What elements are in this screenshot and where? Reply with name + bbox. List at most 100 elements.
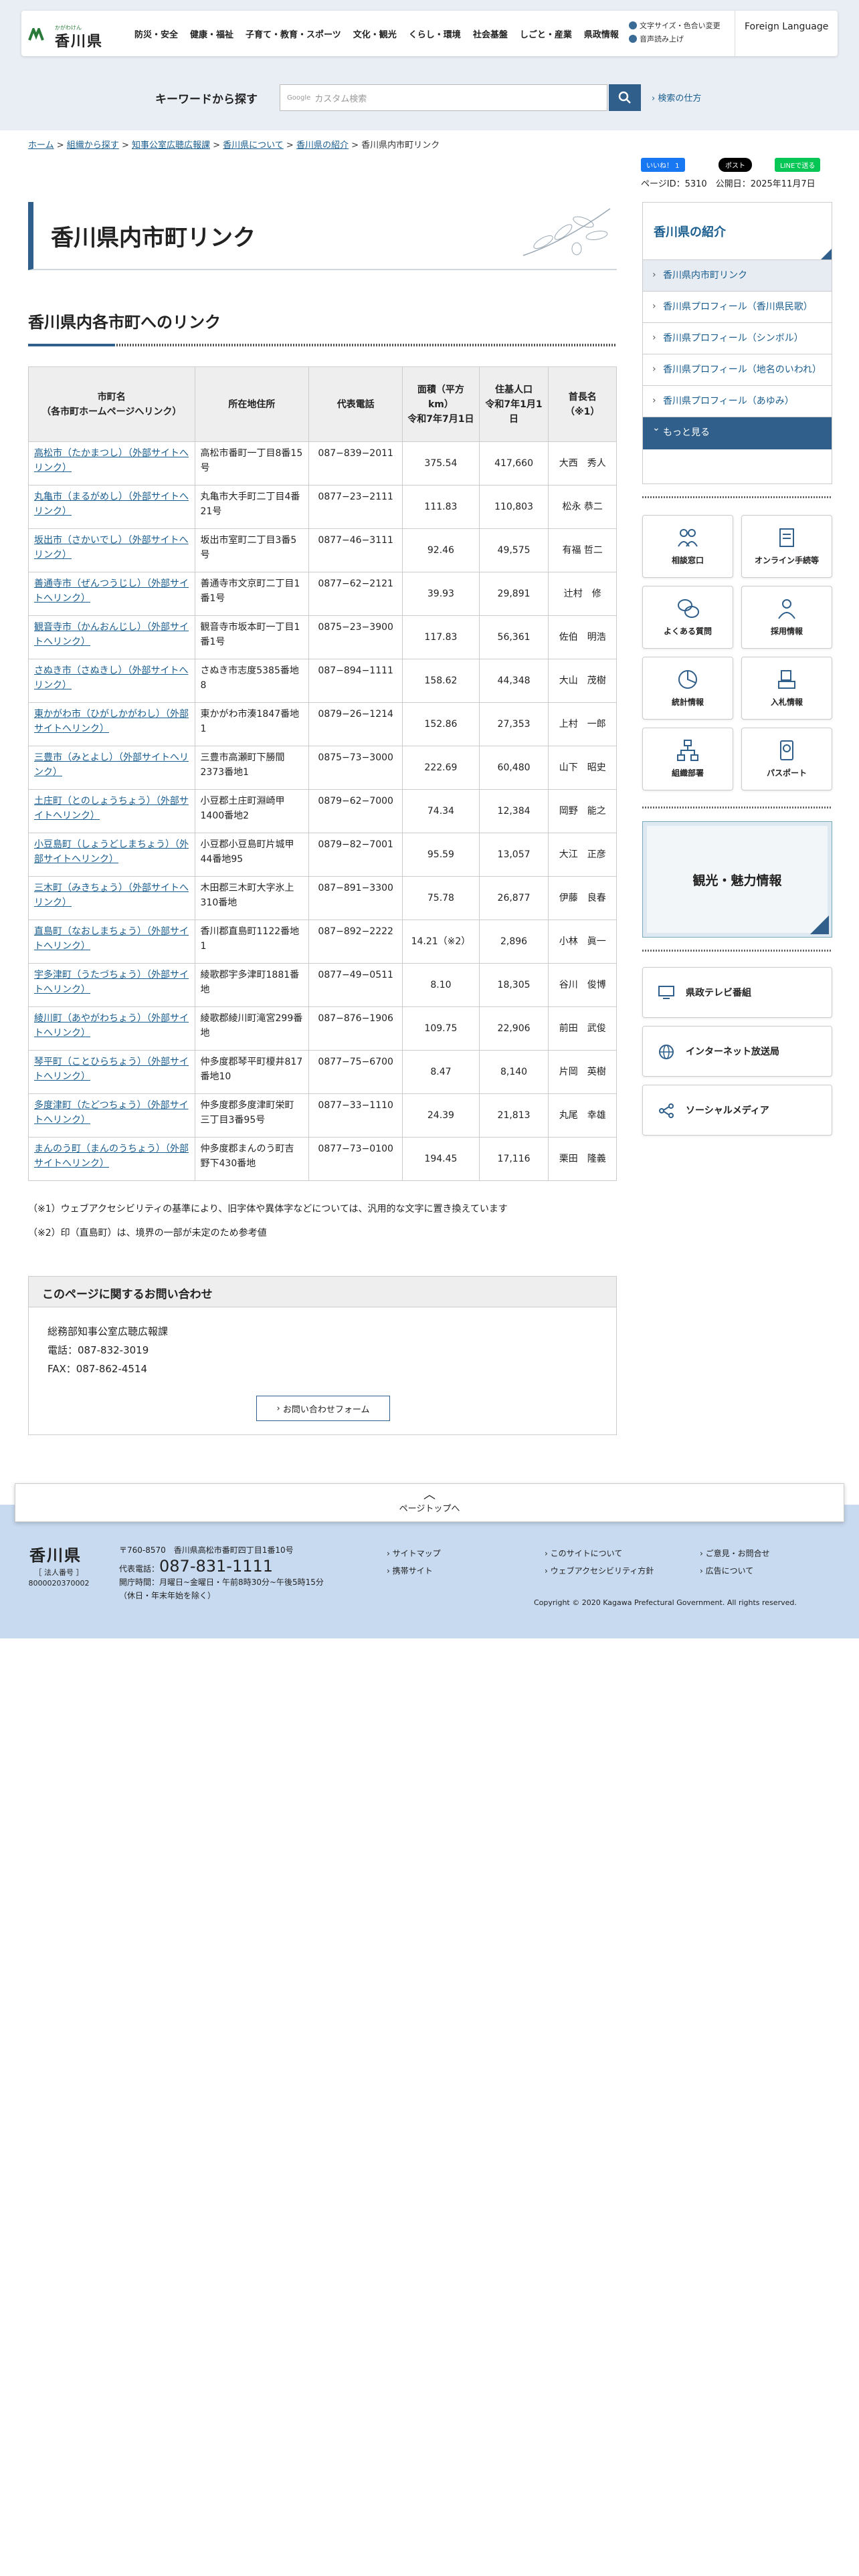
sidebar-item-kenminka[interactable]: 香川県プロフィール（香川県民歌） — [643, 292, 832, 323]
nav-kensei[interactable]: 県政情報 — [578, 27, 625, 40]
footer-opinion-link[interactable]: ご意見・お問合せ — [700, 1545, 770, 1562]
city-link[interactable]: 直島町（なおしまちょう）（外部サイトへリンク） — [34, 926, 189, 952]
kanko-banner[interactable]: 観光・魅力情報 — [642, 821, 832, 938]
quick-passport[interactable]: パスポート — [741, 728, 832, 790]
sidebar-item-symbol[interactable]: 香川県プロフィール（シンボル） — [643, 323, 832, 354]
site-logo[interactable]: かがわけん 香川県 — [28, 20, 122, 50]
breadcrumb-intro[interactable]: 香川県の紹介 — [296, 140, 349, 150]
city-link[interactable]: 琴平町（ことひらちょう）（外部サイトへリンク） — [34, 1057, 189, 1082]
foreign-language-button[interactable]: Foreign Language — [735, 11, 835, 56]
quick-nyusatsu[interactable]: 入札情報 — [741, 657, 832, 720]
nav-shigoto[interactable]: しごと・産業 — [514, 27, 578, 40]
line-share-button[interactable]: LINEで送る — [775, 158, 821, 172]
breadcrumb-dept[interactable]: 知事公室広聴広報課 — [132, 140, 210, 150]
facebook-like-button[interactable]: いいね！ 1 — [641, 158, 685, 172]
city-link[interactable]: まんのう町（まんのうちょう）（外部サイトへリンク） — [34, 1144, 189, 1169]
sidebar-title[interactable]: 香川県の紹介 — [643, 203, 832, 260]
sidebar-menu: 香川県の紹介 香川県内市町リンク 香川県プロフィール（香川県民歌） 香川県プロフ… — [642, 202, 832, 484]
quick-toukei[interactable]: 統計情報 — [642, 657, 733, 720]
header-population: 住基人口 令和7年1月1日 — [478, 366, 549, 442]
internet-broadcast-link[interactable]: インターネット放送局 — [642, 1026, 832, 1077]
city-link-cell: さぬき市（さぬきし）（外部サイトへリンク） — [28, 659, 195, 703]
sidebar-item-ayumi[interactable]: 香川県プロフィール（あゆみ） — [643, 386, 832, 417]
footer-sitemap-link[interactable]: サイトマップ — [387, 1545, 441, 1562]
city-area-cell: 152.86 — [402, 702, 480, 746]
city-link[interactable]: 観音寺市（かんおんじし）（外部サイトへリンク） — [34, 622, 189, 647]
contact-form-button[interactable]: › お問い合わせフォーム — [256, 1396, 390, 1421]
footer-address-block: 〒760-8570 香川県高松市番町四丁目1番10号 代表電話：087-831-… — [119, 1543, 360, 1602]
city-link[interactable]: 綾川町（あやがわちょう）（外部サイトへリンク） — [34, 1013, 189, 1039]
nav-kosodate[interactable]: 子育て・教育・スポーツ — [240, 27, 347, 40]
table-row: 丸亀市（まるがめし）（外部サイトへリンク） 丸亀市大手町二丁目4番21号 0877−… — [28, 485, 617, 529]
section-underline — [28, 344, 617, 346]
nav-kurashi[interactable]: くらし・環境 — [403, 27, 467, 40]
quick-faq[interactable]: よくある質問 — [642, 586, 733, 649]
sidebar-item-chimei[interactable]: 香川県プロフィール（地名のいわれ） — [643, 354, 832, 386]
publish-date: 公開日：2025年11月7日 — [715, 179, 816, 189]
city-area-cell: 117.83 — [402, 615, 480, 659]
city-link-cell: 綾川町（あやがわちょう）（外部サイトへリンク） — [28, 1006, 195, 1051]
social-media-link[interactable]: ソーシャルメディア — [642, 1085, 832, 1136]
quick-saiyo[interactable]: 採用情報 — [741, 586, 832, 649]
quick-soshiki[interactable]: 組織部署 — [642, 728, 733, 790]
city-link[interactable]: 坂出市（さかいでし）（外部サイトへリンク） — [34, 535, 189, 560]
footer-ads-link[interactable]: 広告について — [700, 1562, 770, 1580]
city-mayor-cell: 前田 武俊 — [548, 1006, 617, 1051]
footer-mobile-link[interactable]: 携帯サイト — [387, 1562, 441, 1580]
sidebar-item-shicho-link[interactable]: 香川県内市町リンク — [643, 260, 832, 292]
city-mayor-cell: 松永 恭二 — [548, 485, 617, 529]
table-header-row: 市町名 （各市町ホームページへリンク） 所在地住所 代表電話 面積（平方km） … — [28, 366, 617, 442]
breadcrumb-about[interactable]: 香川県について — [223, 140, 284, 150]
city-link[interactable]: 善通寺市（ぜんつうじし）（外部サイトへリンク） — [34, 578, 189, 604]
search-input[interactable]: Google カスタム検索 — [280, 84, 607, 111]
city-link[interactable]: さぬき市（さぬきし）（外部サイトへリンク） — [34, 665, 188, 691]
city-link[interactable]: 高松市（たかまつし）（外部サイトへリンク） — [34, 448, 189, 473]
nav-bousai[interactable]: 防災・安全 — [128, 27, 184, 40]
city-population-cell: 17,116 — [478, 1137, 549, 1181]
read-aloud-link[interactable]: 音声読み上げ — [629, 32, 721, 45]
sidebar-more-button[interactable]: もっと見る — [643, 417, 832, 449]
header-mayor: 首長名 （※1） — [548, 366, 617, 442]
city-link-cell: 多度津町（たどつちょう）（外部サイトへリンク） — [28, 1093, 195, 1138]
table-row: 多度津町（たどつちょう）（外部サイトへリンク） 仲多度郡多度津町栄町三丁目3番95… — [28, 1093, 617, 1138]
nav-kenko[interactable]: 健康・福祉 — [184, 27, 240, 40]
footer-accessibility-link[interactable]: ウェブアクセシビリティ方針 — [545, 1562, 654, 1580]
city-link[interactable]: 三豊市（みとよし）（外部サイトへリンク） — [34, 752, 189, 778]
table-row: 善通寺市（ぜんつうじし）（外部サイトへリンク） 善通寺市文京町二丁目1番1号 087… — [28, 572, 617, 616]
page-top-label: ページトップへ — [399, 1504, 460, 1514]
quick-soudan[interactable]: 相談窓口 — [642, 515, 733, 578]
city-link[interactable]: 東かがわ市（ひがしかがわし）（外部サイトへリンク） — [34, 709, 189, 734]
city-population-cell: 27,353 — [478, 702, 549, 746]
breadcrumb-org[interactable]: 組織から探す — [67, 140, 119, 150]
city-population-cell: 417,660 — [478, 441, 549, 486]
breadcrumb-home[interactable]: ホーム — [28, 140, 54, 150]
nav-shakai[interactable]: 社会基盤 — [467, 27, 514, 40]
footer-about-link[interactable]: このサイトについて — [545, 1545, 654, 1562]
faq-icon — [678, 599, 699, 618]
tv-program-link[interactable]: 県政テレビ番組 — [642, 967, 832, 1018]
city-link-cell: 丸亀市（まるがめし）（外部サイトへリンク） — [28, 485, 195, 529]
city-address-cell: 丸亀市大手町二丁目4番21号 — [194, 485, 310, 529]
city-population-cell: 18,305 — [478, 963, 549, 1007]
city-tel-cell: 087−839−2011 — [308, 441, 403, 486]
footer-closed: （休日・年末年始を除く） — [119, 1591, 216, 1600]
organization-icon — [677, 740, 698, 761]
search-help-link[interactable]: › 検索の仕方 — [652, 91, 701, 104]
city-link[interactable]: 丸亀市（まるがめし）（外部サイトへリンク） — [34, 492, 189, 517]
city-link[interactable]: 小豆島町（しょうどしまちょう）（外部サイトへリンク） — [34, 839, 189, 865]
search-button[interactable] — [609, 84, 641, 111]
city-tel-cell: 0877−49−0511 — [308, 963, 403, 1007]
city-link[interactable]: 多度津町（たどつちょう）（外部サイトへリンク） — [34, 1100, 189, 1125]
x-post-button[interactable]: ポスト — [719, 158, 752, 172]
city-link[interactable]: 宇多津町（うたづちょう）（外部サイトへリンク） — [34, 970, 189, 995]
city-link[interactable]: 三木町（みきちょう）（外部サイトへリンク） — [34, 883, 189, 908]
city-tel-cell: 087−876−1906 — [308, 1006, 403, 1051]
nav-bunka[interactable]: 文化・観光 — [347, 27, 403, 40]
search-help-label: 検索の仕方 — [658, 94, 702, 104]
speaker-icon — [629, 35, 637, 43]
table-row: 三木町（みきちょう）（外部サイトへリンク） 木田郡三木町大字氷上310番地 087−… — [28, 876, 617, 920]
page-top-button[interactable]: ︿ ページトップへ — [15, 1483, 844, 1522]
color-size-link[interactable]: 文字サイズ・色合い変更 — [629, 19, 721, 32]
city-link[interactable]: 土庄町（とのしょうちょう）（外部サイトへリンク） — [34, 796, 189, 821]
quick-online[interactable]: オンライン手続等 — [741, 515, 832, 578]
